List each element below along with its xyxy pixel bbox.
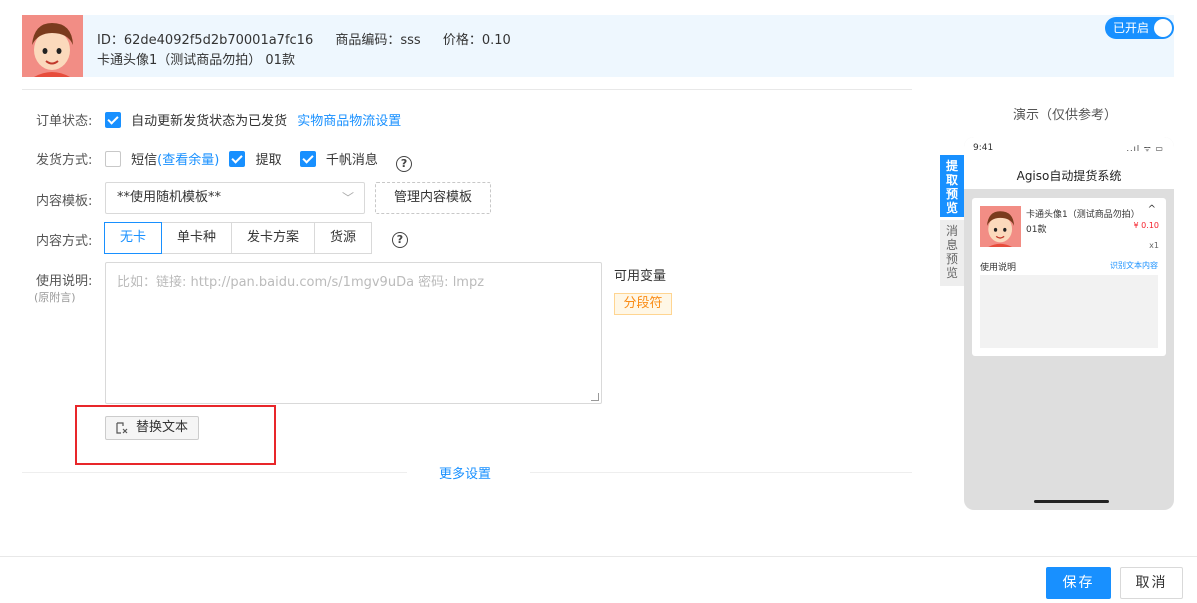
usage-label: 使用说明: bbox=[36, 274, 93, 289]
toggle-knob bbox=[1154, 19, 1172, 37]
available-vars-title: 可用变量 bbox=[614, 269, 667, 284]
sms-checkbox[interactable] bbox=[105, 151, 121, 167]
recognize-text-link[interactable]: 识别文本内容 bbox=[1110, 260, 1158, 271]
replace-icon bbox=[116, 422, 128, 434]
template-label: 内容模板: bbox=[36, 194, 93, 209]
page-root: ID：62de4092f5d2b70001a7fc16 商品编码：sss 价格：… bbox=[0, 0, 1197, 603]
signal-wifi-battery-icon: ..ıl ᯤ ▭ bbox=[1126, 144, 1164, 153]
phone-app-title: Agiso自动提货系统 bbox=[1016, 169, 1122, 183]
preview-title: 演示（仅供参考） bbox=[1013, 108, 1118, 123]
card-avatar bbox=[980, 206, 1021, 247]
card-usage-label: 使用说明 bbox=[980, 263, 1017, 273]
mode-no-card[interactable]: 无卡 bbox=[104, 222, 163, 254]
card-qty: x1 bbox=[1149, 241, 1159, 250]
usage-textarea[interactable]: 比如：链接: http://pan.baidu.com/s/1mgv9uDa 密… bbox=[105, 262, 602, 404]
usage-sublabel: (原附言) bbox=[34, 291, 76, 304]
code-label: 商品编码： bbox=[335, 33, 401, 48]
home-indicator bbox=[1034, 500, 1109, 503]
tab-char: 息 bbox=[945, 238, 958, 252]
chevron-down-icon: ﹀ bbox=[341, 191, 354, 205]
id-label: ID： bbox=[97, 33, 124, 48]
order-status-label: 订单状态: bbox=[36, 114, 93, 129]
delivery-row: 短信(查看余量) 提取 千帆消息 ? bbox=[105, 149, 413, 172]
phone-preview: 9:41 ..ıl ᯤ ▭ Agiso自动提货系统 卡通头像1（测试商品勿拍）0… bbox=[964, 137, 1174, 510]
sms-label: 短信 bbox=[131, 153, 158, 168]
footer-divider bbox=[0, 556, 1197, 557]
divider bbox=[530, 472, 912, 473]
delivery-help-icon[interactable]: ? bbox=[396, 156, 413, 172]
usage-placeholder: 比如：链接: http://pan.baidu.com/s/1mgv9uDa 密… bbox=[117, 275, 485, 290]
product-name: 卡通头像1（测试商品勿拍） 01款 bbox=[97, 53, 295, 68]
qianfan-label: 千帆消息 bbox=[325, 153, 378, 168]
card-item-name: 卡通头像1（测试商品勿拍）01款 bbox=[1026, 210, 1136, 235]
content-mode-label: 内容方式: bbox=[36, 234, 93, 249]
tab-char: 取 bbox=[945, 173, 958, 187]
phone-time: 9:41 bbox=[973, 143, 994, 153]
tab-char: 预 bbox=[945, 187, 958, 201]
card-price: ¥ 0.10 bbox=[1133, 221, 1159, 230]
price-label: 价格： bbox=[442, 33, 482, 48]
product-header: ID：62de4092f5d2b70001a7fc16 商品编码：sss 价格：… bbox=[22, 15, 1174, 77]
tab-char: 提 bbox=[945, 159, 958, 173]
pickup-checkbox[interactable] bbox=[229, 151, 246, 167]
pickup-label: 提取 bbox=[255, 153, 282, 168]
phone-topbar: 9:41 ..ıl ᯤ ▭ Agiso自动提货系统 bbox=[964, 137, 1174, 189]
product-avatar bbox=[22, 15, 83, 77]
var-separator-tag[interactable]: 分段符 bbox=[614, 293, 672, 315]
template-selected: **使用随机模板** bbox=[117, 190, 222, 205]
resize-handle-icon[interactable] bbox=[591, 393, 599, 401]
save-button[interactable]: 保存 bbox=[1046, 567, 1111, 599]
chevron-up-icon[interactable]: ^ bbox=[1148, 204, 1156, 215]
replace-text-button[interactable]: 替换文本 bbox=[105, 416, 199, 440]
manage-template-button[interactable]: 管理内容模板 bbox=[375, 182, 491, 214]
tab-char: 览 bbox=[945, 266, 958, 280]
tab-pickup-preview[interactable]: 提 取 预 览 bbox=[940, 155, 964, 217]
content-mode-help: ? bbox=[392, 229, 408, 248]
template-select[interactable]: **使用随机模板** ﹀ bbox=[105, 182, 365, 214]
logistics-settings-link[interactable]: 实物商品物流设置 bbox=[297, 114, 401, 129]
card-content-box bbox=[980, 275, 1158, 348]
qianfan-checkbox[interactable] bbox=[299, 151, 316, 167]
more-settings-link[interactable]: 更多设置 bbox=[439, 463, 491, 482]
auto-update-label: 自动更新发货状态为已发货 bbox=[131, 114, 288, 129]
tab-char: 预 bbox=[945, 252, 958, 266]
toggle-label: 已开启 bbox=[1113, 21, 1150, 35]
mode-card-plan[interactable]: 发卡方案 bbox=[231, 222, 316, 254]
sms-balance-link[interactable]: (查看余量) bbox=[157, 153, 219, 168]
content-mode-segmented: 无卡 单卡种 发卡方案 货源 bbox=[104, 222, 373, 254]
cancel-button[interactable]: 取消 bbox=[1120, 567, 1183, 599]
tab-message-preview[interactable]: 消 息 预 览 bbox=[940, 220, 964, 286]
mode-source[interactable]: 货源 bbox=[314, 222, 373, 254]
delivery-label: 发货方式: bbox=[36, 153, 93, 168]
divider bbox=[22, 472, 407, 473]
auto-update-checkbox[interactable] bbox=[105, 112, 121, 128]
product-meta: ID：62de4092f5d2b70001a7fc16 商品编码：sss 价格：… bbox=[97, 29, 529, 48]
code-value: sss bbox=[400, 33, 421, 48]
enabled-toggle[interactable]: 已开启 bbox=[1105, 17, 1174, 39]
divider bbox=[22, 89, 912, 90]
order-status-row: 自动更新发货状态为已发货 实物商品物流设置 bbox=[105, 110, 401, 129]
mode-single-card[interactable]: 单卡种 bbox=[161, 222, 233, 254]
price-value: 0.10 bbox=[481, 33, 511, 48]
phone-item-card: 卡通头像1（测试商品勿拍）01款 ^ ¥ 0.10 x1 使用说明 识别文本内容 bbox=[972, 198, 1166, 356]
content-mode-help-icon[interactable]: ? bbox=[392, 232, 408, 248]
id-value: 62de4092f5d2b70001a7fc16 bbox=[123, 33, 314, 48]
tab-char: 消 bbox=[945, 224, 958, 238]
tab-char: 览 bbox=[945, 201, 958, 215]
replace-text-label: 替换文本 bbox=[136, 420, 189, 435]
